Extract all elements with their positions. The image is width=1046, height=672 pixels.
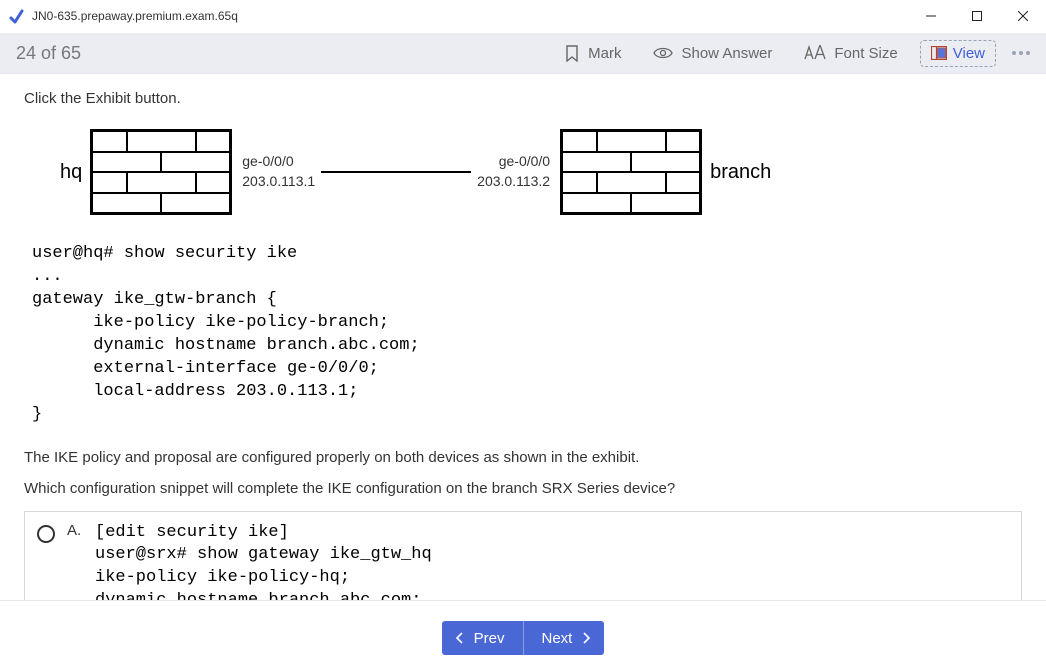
paragraph-1: The IKE policy and proposal are configur… [24,449,1022,466]
chevron-right-icon [582,632,590,644]
toolbar: 24 of 65 Mark Show Answer Font Size View [0,33,1046,74]
mark-label: Mark [588,45,621,62]
maximize-icon [972,11,982,21]
app-logo-icon [8,8,24,24]
show-answer-label: Show Answer [681,45,772,62]
link-area: ge-0/0/0 203.0.113.1 ge-0/0/0 203.0.113.… [232,152,560,191]
font-size-icon [804,45,826,61]
more-button[interactable] [1012,51,1030,55]
nav-footer: Prev Next [0,600,1046,672]
right-interface: ge-0/0/0 [499,152,550,172]
branch-firewall-icon [560,129,702,215]
dot-icon [1012,51,1016,55]
instruction-text: Click the Exhibit button. [24,90,1022,107]
show-answer-button[interactable]: Show Answer [643,39,782,68]
chevron-left-icon [456,632,464,644]
branch-label: branch [710,161,771,184]
hq-label: hq [60,161,82,184]
left-interface: ge-0/0/0 [242,152,293,172]
font-size-label: Font Size [834,45,897,62]
font-size-button[interactable]: Font Size [794,39,907,68]
window-minimize-button[interactable] [908,0,954,32]
answer-option-a[interactable]: A. [edit security ike] user@srx# show ga… [24,511,1022,601]
prev-button[interactable]: Prev [442,621,524,655]
close-icon [1018,11,1028,21]
option-code: [edit security ike] user@srx# show gatew… [95,522,432,601]
radio-unchecked-icon[interactable] [37,525,55,543]
bookmark-icon [564,44,580,62]
prev-label: Prev [474,630,505,647]
minimize-icon [926,11,936,21]
window-maximize-button[interactable] [954,0,1000,32]
left-ip: 203.0.113.1 [242,172,315,192]
next-label: Next [542,630,573,647]
option-letter: A. [67,522,85,539]
window-title: JN0-635.prepaway.premium.exam.65q [32,9,908,23]
next-button[interactable]: Next [524,621,605,655]
paragraph-2: Which configuration snippet will complet… [24,480,1022,497]
view-label: View [953,45,985,62]
hq-firewall-icon [90,129,232,215]
question-content: Click the Exhibit button. hq ge-0/0/0 20… [0,74,1046,600]
config-code-block: user@hq# show security ike ... gateway i… [32,243,1022,427]
dot-icon [1026,51,1030,55]
dot-icon [1019,51,1023,55]
question-counter: 24 of 65 [16,43,81,64]
window-titlebar: JN0-635.prepaway.premium.exam.65q [0,0,1046,33]
layout-icon [931,46,947,60]
window-close-button[interactable] [1000,0,1046,32]
mark-button[interactable]: Mark [554,38,631,68]
view-button[interactable]: View [920,40,996,67]
link-line [321,171,471,173]
eye-icon [653,46,673,60]
network-diagram: hq ge-0/0/0 203.0.113.1 ge-0/0/0 203.0.1… [60,129,1022,215]
right-ip: 203.0.113.2 [477,172,550,192]
